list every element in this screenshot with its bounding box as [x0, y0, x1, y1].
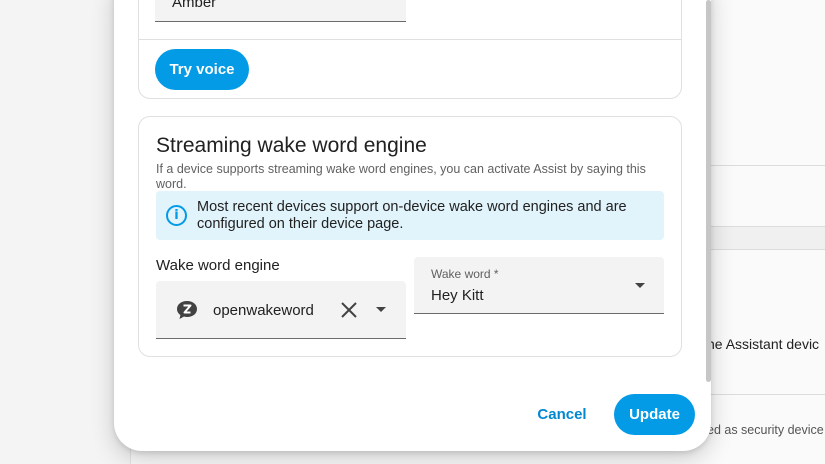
try-voice-button[interactable]: Try voice: [155, 49, 249, 90]
engine-value: openwakeword: [213, 302, 314, 319]
section-description: If a device supports streaming wake word…: [156, 162, 646, 191]
wake-word-select[interactable]: Wake word * Hey Kitt: [414, 257, 664, 314]
info-alert: i Most recent devices support on-device …: [156, 191, 664, 240]
section-title: Streaming wake word engine: [156, 134, 427, 157]
card-divider: [139, 39, 681, 40]
openwakeword-icon: [177, 301, 197, 319]
background-device-text: ne Assistant devic: [707, 336, 820, 352]
cancel-button[interactable]: Cancel: [528, 402, 596, 427]
wake-word-engine-select[interactable]: openwakeword: [156, 281, 406, 339]
wake-word-label: Wake word *: [431, 267, 499, 281]
background-divider: [700, 394, 825, 395]
background-security-text: ed as security device: [707, 423, 824, 437]
dialog-scrollbar[interactable]: [706, 0, 711, 382]
background-strip: [700, 226, 825, 250]
engine-label: Wake word engine: [156, 257, 280, 274]
voice-value: Amber: [172, 0, 217, 11]
info-alert-text: Most recent devices support on-device wa…: [197, 199, 627, 232]
info-circle-icon: i: [166, 205, 187, 226]
arrow-drop-down-icon[interactable]: [375, 306, 387, 314]
wake-word-value: Hey Kitt: [431, 287, 484, 304]
voice-select[interactable]: Amber: [155, 0, 406, 22]
close-icon[interactable]: [339, 300, 359, 320]
background-divider: [700, 165, 825, 166]
arrow-drop-down-icon[interactable]: [634, 282, 646, 290]
update-button[interactable]: Update: [614, 394, 695, 435]
